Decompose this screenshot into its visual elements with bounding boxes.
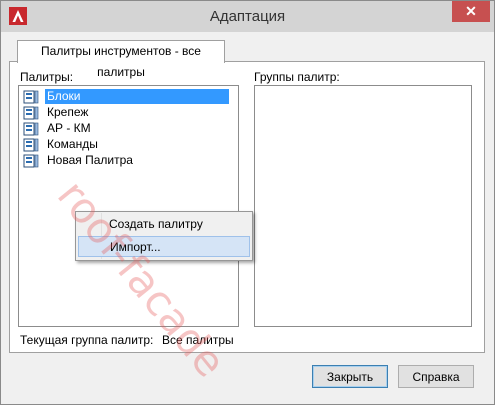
window-title: Адаптация [209,8,286,25]
tab-all-palettes[interactable]: Палитры инструментов - все палитры [17,40,225,79]
palette-icon [23,106,39,119]
palettes-list[interactable]: Блоки Крепеж АР - КМ Команды Новая Палит… [18,85,239,327]
list-item[interactable]: Новая Палитра [23,153,236,168]
title-bar[interactable]: Адаптация ✕ [1,1,494,32]
list-item[interactable]: Команды [23,137,236,152]
current-group-value: Все палитры [162,333,234,347]
list-item-label: Крепеж [47,105,89,119]
context-menu: Создать палитру Импорт... [75,211,253,261]
close-icon: ✕ [465,3,477,19]
list-item-label: Команды [47,137,98,151]
menu-item-import[interactable]: Импорт... [78,236,250,257]
palette-icon [23,154,39,167]
dialog-window: Адаптация ✕ Палитры инструментов - все п… [0,0,495,405]
list-item-label: Новая Палитра [47,153,133,167]
close-button[interactable]: Закрыть [312,365,388,388]
palettes-label: Палитры: [20,70,74,84]
list-item[interactable]: Блоки [23,89,236,104]
palette-icon [23,122,39,135]
menu-item-create-palette[interactable]: Создать палитру [78,214,250,235]
current-group-label: Текущая группа палитр: [20,333,154,347]
palette-icon [23,138,39,151]
help-button[interactable]: Справка [398,365,474,388]
palette-groups-tree[interactable] [254,85,472,327]
list-item[interactable]: АР - КМ [23,121,236,136]
menu-item-label: Создать палитру [109,217,203,231]
list-item-label: АР - КМ [47,121,91,135]
close-window-button[interactable]: ✕ [452,1,490,22]
list-item-label: Блоки [45,89,229,104]
list-item[interactable]: Крепеж [23,105,236,120]
palette-groups-label: Группы палитр: [254,70,340,84]
menu-item-label: Импорт... [110,240,161,254]
palette-icon [23,90,39,103]
